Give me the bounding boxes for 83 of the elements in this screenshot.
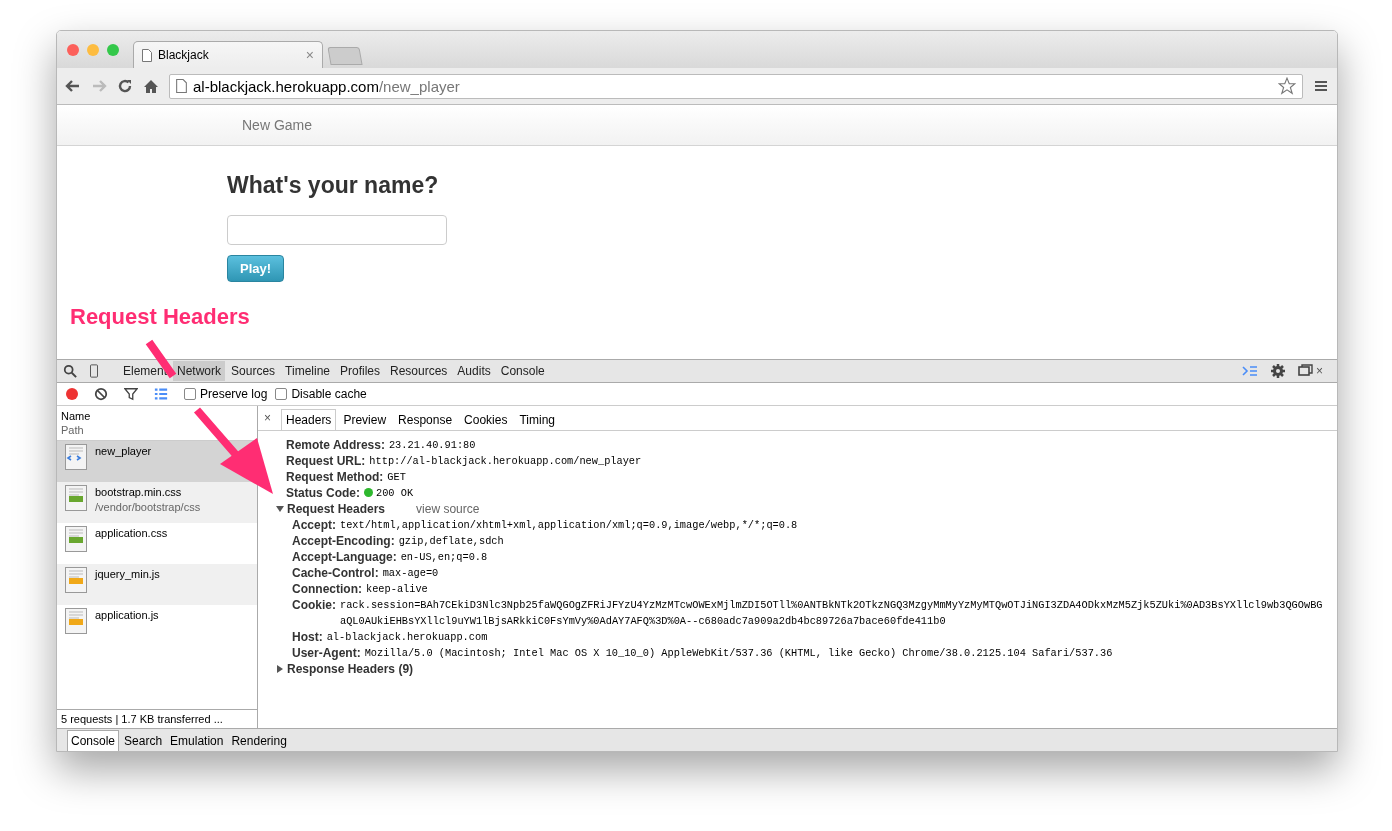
header-value: 200 OK (364, 485, 414, 501)
header-value: gzip,deflate,sdch (398, 534, 504, 549)
detail-tab[interactable]: Timing (514, 409, 561, 430)
header-name: Request URL: (286, 453, 366, 469)
view-source-link[interactable]: view source (416, 501, 480, 517)
nav-link[interactable]: New Game (242, 117, 313, 133)
header-name: Remote Address: (286, 437, 385, 453)
list-view-icon[interactable] (154, 387, 168, 401)
dock-icon[interactable] (1298, 363, 1314, 379)
detail-tab[interactable]: Cookies (459, 409, 513, 430)
header-value: max-age=0 (382, 566, 439, 581)
drawer-tab[interactable]: Emulation (167, 731, 227, 751)
panel-tab[interactable]: Profiles (336, 361, 384, 381)
drawer-tab[interactable]: Rendering (228, 731, 290, 751)
settings-icon[interactable] (1270, 363, 1286, 379)
detail-tab[interactable]: Preview (338, 409, 392, 430)
phone-icon[interactable] (87, 364, 101, 378)
home-icon[interactable] (143, 78, 159, 94)
header-value: Mozilla/5.0 (Macintosh; Intel Mac OS X 10_10_0) AppleWebKit/537.36 (KHTML, like Gecko) Chrome/38.0.2125.104 Safari/537.36 (364, 646, 1113, 661)
checkbox-label: Preserve log (200, 387, 268, 401)
menu-icon[interactable] (1313, 78, 1329, 94)
header-name: Cookie: (292, 597, 336, 614)
star-icon[interactable] (1278, 77, 1296, 95)
header-name: Accept-Language: (292, 549, 397, 565)
back-icon[interactable] (65, 78, 81, 94)
address-bar[interactable]: al-blackjack.herokuapp.com/new_player (169, 73, 1303, 99)
request-item[interactable]: application.css (57, 523, 257, 564)
annotation-label: Request Headers (70, 304, 250, 330)
header-name: User-Agent: (292, 645, 361, 661)
browser-tab[interactable]: Blackjack × (133, 41, 323, 68)
file-icon (65, 485, 87, 511)
panel-tab[interactable]: Network (173, 361, 226, 381)
detail-tab[interactable]: Headers (281, 409, 337, 430)
header-value: en-US,en;q=0.8 (400, 550, 488, 565)
file-icon (65, 444, 87, 470)
page-icon (142, 48, 152, 62)
clear-icon[interactable] (94, 387, 108, 401)
panel-tab[interactable]: Element (119, 361, 172, 381)
console-drawer-icon[interactable] (1242, 363, 1258, 379)
close-devtools-button[interactable]: × (1316, 364, 1323, 378)
checkbox-label: Disable cache (291, 387, 367, 401)
panel-tab[interactable]: Resources (386, 361, 452, 381)
header-name: Request Method: (286, 469, 384, 485)
filter-icon[interactable] (124, 387, 138, 401)
header-name: Host: (292, 629, 323, 645)
request-item[interactable]: bootstrap.min.css /vendor/bootstrap/css (57, 482, 257, 523)
header-value: GET (387, 470, 406, 485)
checkbox[interactable] (184, 388, 196, 400)
drawer-tab[interactable]: Search (121, 731, 166, 751)
header-value: keep-alive (366, 582, 428, 597)
checkbox[interactable] (275, 388, 288, 400)
header-value: text/html,application/xhtml+xml,application/xml;q=0.9,image/webp,*/*;q=0.8 (340, 518, 798, 533)
name-field[interactable] (227, 215, 447, 245)
file-icon (65, 567, 87, 593)
header-value: al-blackjack.herokuapp.com (326, 630, 488, 645)
header-name: Accept: (292, 517, 336, 533)
expand-triangle-icon[interactable] (276, 665, 284, 673)
drawer-tab[interactable]: Console (67, 730, 120, 751)
header-name: Cache-Control: (292, 565, 379, 581)
page-icon (176, 79, 187, 93)
record-button[interactable] (66, 388, 78, 400)
page-heading: What's your name? (227, 172, 439, 199)
header-name: Connection: (292, 581, 362, 597)
close-icon[interactable]: × (264, 411, 271, 425)
detail-tab[interactable]: Response (393, 409, 458, 430)
request-item[interactable]: application.js (57, 605, 257, 646)
header-value: http://al-blackjack.herokuapp.com/new_player (369, 454, 642, 469)
header-name: Accept-Encoding: (292, 533, 395, 549)
file-icon (65, 608, 87, 634)
panel-tab[interactable]: Timeline (281, 361, 334, 381)
panel-tab[interactable]: Sources (227, 361, 280, 381)
search-icon[interactable] (63, 364, 77, 378)
header-name: Status Code: (286, 485, 360, 501)
reload-icon[interactable] (117, 78, 133, 94)
panel-tab[interactable]: Console (496, 361, 549, 381)
request-item[interactable]: jquery_min.js (57, 564, 257, 605)
collapse-triangle-icon[interactable] (276, 505, 284, 513)
header-value: 23.21.40.91:80 (388, 438, 476, 453)
section-title[interactable]: Request Headers (287, 501, 386, 517)
header-value: rack.session=BAh7CEkiD3Nlc3Npb25faWQGOgZFRiJFYzU4YzMzMTcwOWExMjlmZDI5OTll%0ANTBkNTk2OTkzNGQ3MzgyMmMyYzMyMTQwOTJiNGI3ZDA4ODkxMzM5Zjk5ZUki%0AD3BsYXllcl9wb3QGOwBGaQL0AUkiEHBsYXllcl9uYW1lBjsARkkiC0FsYmVy%0AdAY7AFQ%3D%0A--c680adc7a909a2db4bc89726a7bace60fde411b0 (340, 598, 1324, 629)
file-icon (65, 526, 87, 552)
section-title[interactable]: Response Headers (9) (287, 661, 414, 677)
panel-tab[interactable]: Audits (453, 361, 495, 381)
